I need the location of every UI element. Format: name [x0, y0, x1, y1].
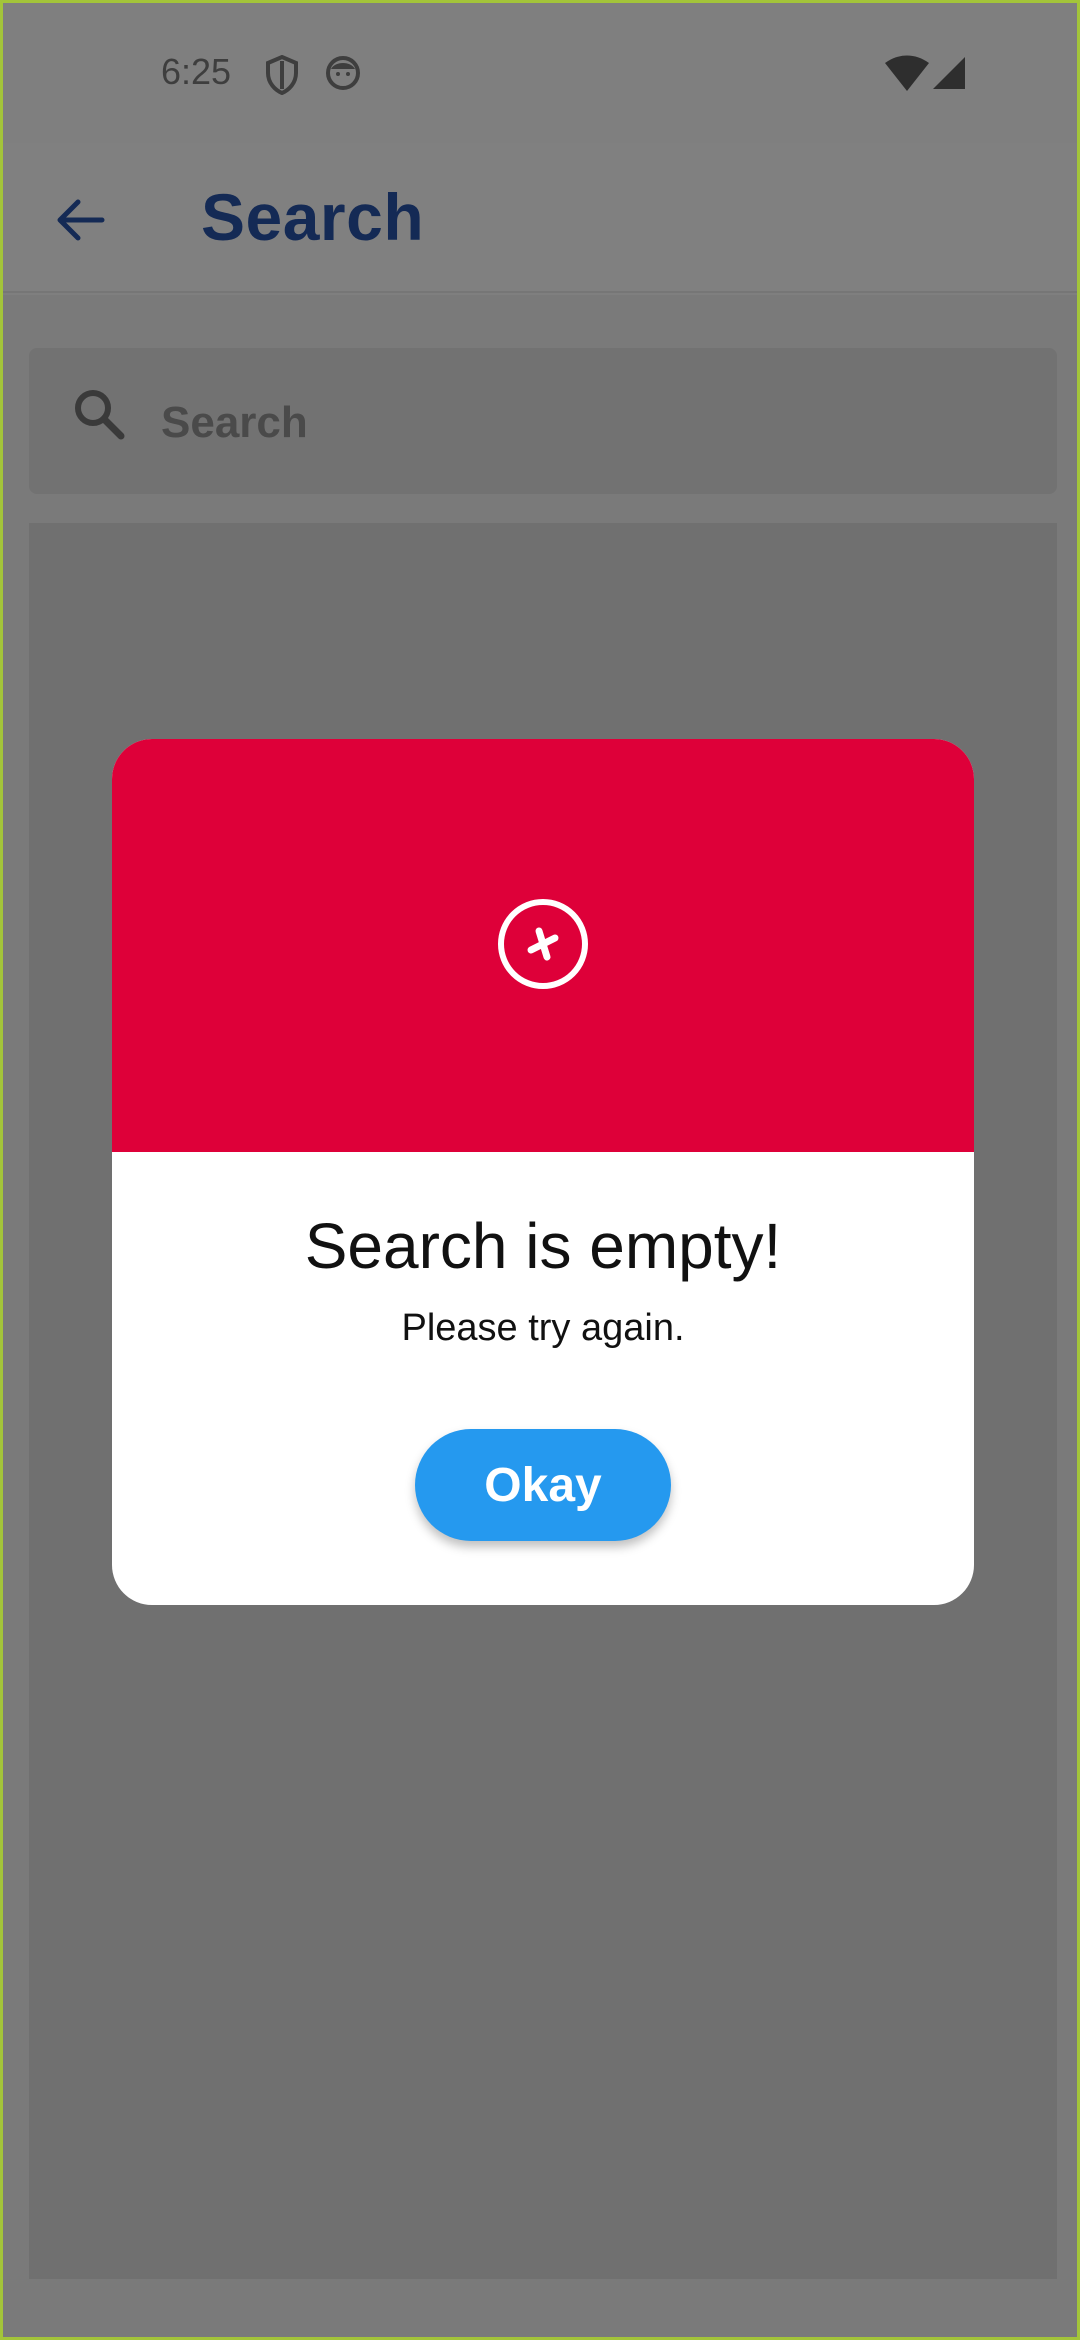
face-icon: [326, 56, 360, 90]
search-bar[interactable]: [29, 348, 1057, 494]
screen: 6:25 Search Search Search is empty! Plea…: [0, 0, 1080, 2340]
shield-icon: [266, 55, 298, 95]
arrow-left-icon: [57, 199, 105, 241]
app-bar: Search: [3, 143, 1077, 293]
status-bar: 6:25: [3, 3, 1077, 143]
dialog-title: Search is empty!: [304, 1210, 782, 1282]
error-x-circle-icon: [498, 899, 588, 989]
page-title: Search: [201, 180, 425, 254]
signal-icon: [933, 57, 965, 89]
status-time: 6:25: [161, 51, 232, 92]
search-input[interactable]: [161, 388, 961, 458]
dialog-message: Please try again.: [401, 1307, 685, 1349]
dialog-header: [112, 739, 974, 1152]
wifi-icon: [885, 55, 929, 91]
search-icon: [75, 390, 125, 440]
okay-button[interactable]: Okay: [415, 1429, 671, 1541]
error-dialog: Search is empty! Please try again. Okay: [112, 739, 974, 1605]
back-button[interactable]: [43, 183, 117, 257]
